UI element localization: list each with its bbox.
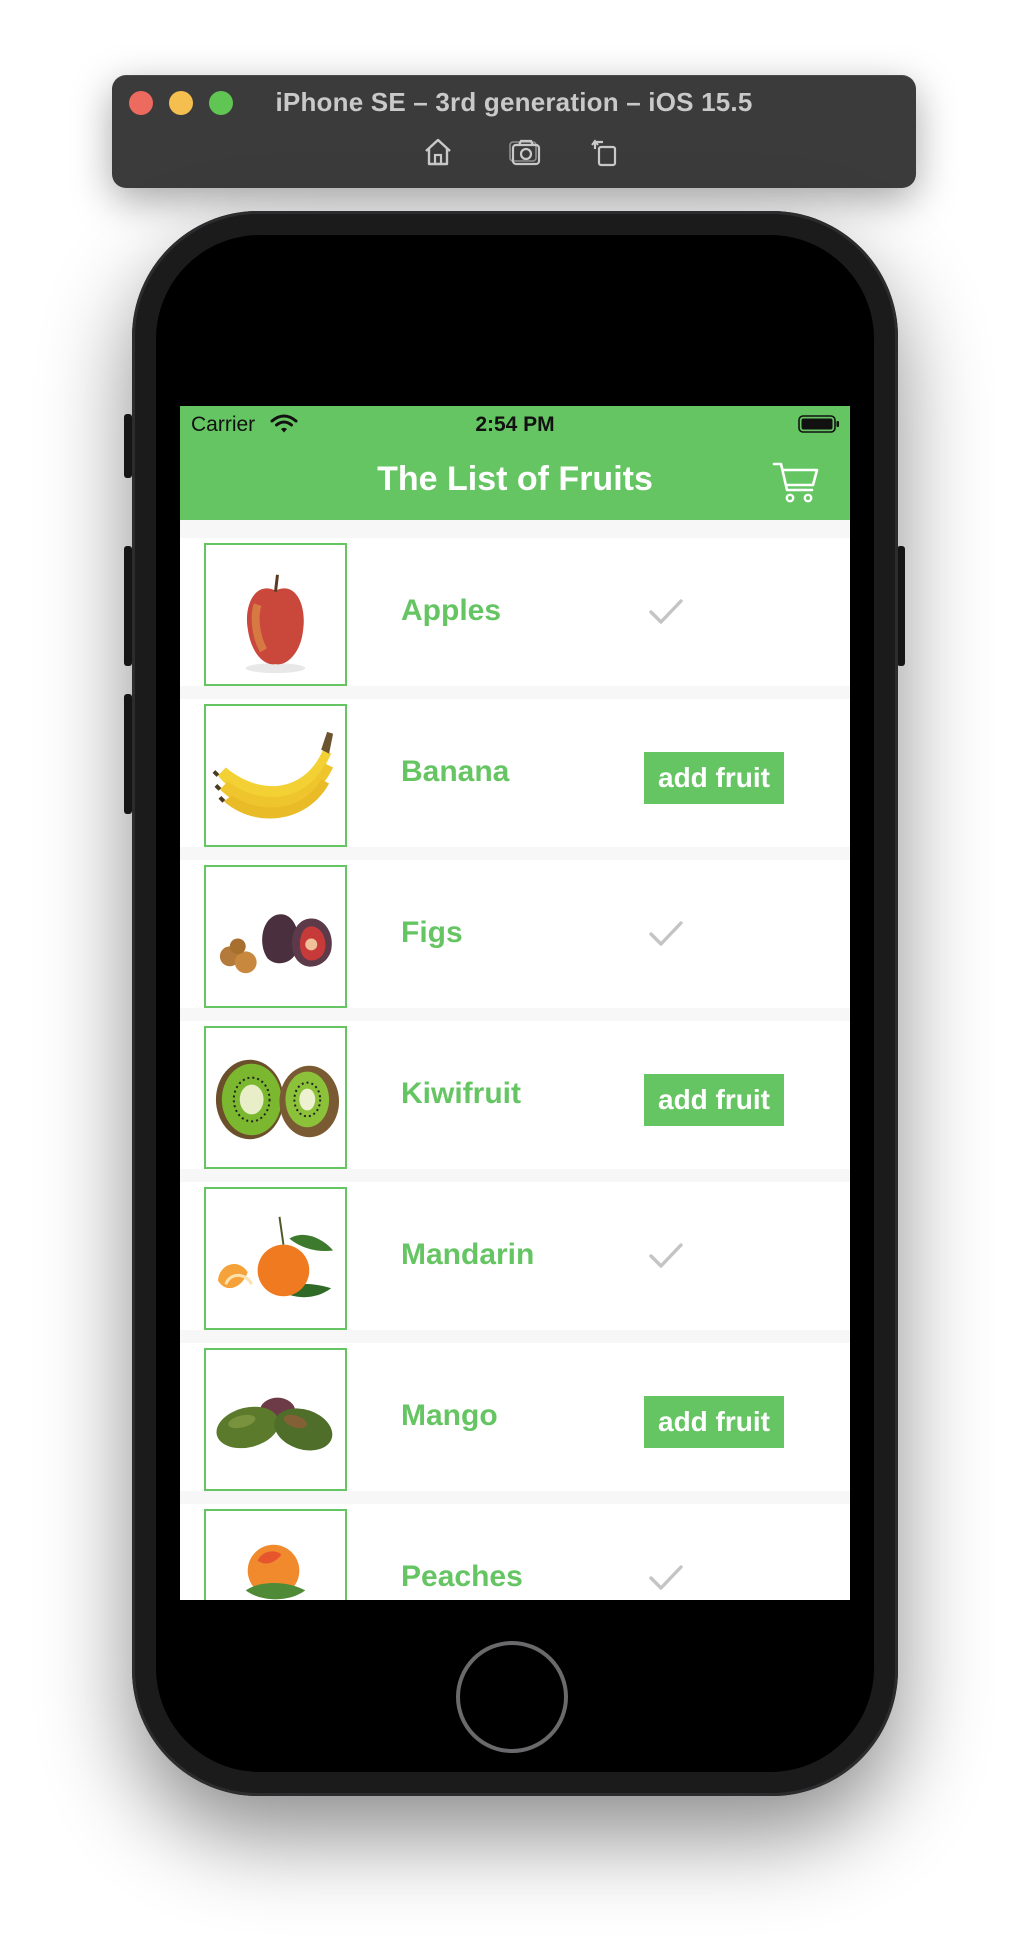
peach-image: [204, 1509, 347, 1600]
fruit-row-figs[interactable]: Figs: [180, 860, 850, 1008]
navigation-bar: The List of Fruits: [180, 442, 850, 520]
status-bar: Carrier 2:54 PM: [180, 406, 850, 442]
fruit-name: Mandarin: [401, 1238, 535, 1271]
add-fruit-button[interactable]: add fruit: [644, 752, 784, 804]
fruit-row-mandarin[interactable]: Mandarin: [180, 1182, 850, 1330]
add-fruit-button[interactable]: add fruit: [644, 1396, 784, 1448]
fruit-row-mango[interactable]: Mango add fruit: [180, 1343, 850, 1491]
apple-image: [204, 543, 347, 686]
fruit-list: Apples Banana add fruit Figs Kiwifruit a…: [180, 538, 850, 1600]
status-time: 2:54 PM: [475, 413, 555, 436]
home-icon[interactable]: [421, 135, 455, 169]
checkmark-icon: [649, 1243, 683, 1268]
add-fruit-button[interactable]: add fruit: [644, 1074, 784, 1126]
simulator-toolbar: [112, 135, 916, 169]
checkmark-icon: [649, 599, 683, 624]
power-button: [897, 546, 905, 666]
mute-switch: [124, 414, 132, 478]
fruit-row-kiwifruit[interactable]: Kiwifruit add fruit: [180, 1021, 850, 1169]
screenshot-icon[interactable]: [508, 135, 542, 169]
fruit-name: Figs: [401, 916, 463, 949]
banana-image: [204, 704, 347, 847]
fruit-name: Peaches: [401, 1560, 523, 1593]
fruit-row-peaches[interactable]: Peaches: [180, 1504, 850, 1600]
fruit-name: Apples: [401, 594, 502, 627]
battery-icon: [798, 415, 839, 433]
mango-image: [204, 1348, 347, 1491]
fruit-row-apples[interactable]: Apples: [180, 538, 850, 686]
fruit-row-banana[interactable]: Banana add fruit: [180, 699, 850, 847]
kiwi-image: [204, 1026, 347, 1169]
fruit-name: Mango: [401, 1399, 498, 1432]
volume-up-button: [124, 546, 132, 666]
volume-down-button: [124, 694, 132, 814]
app-screen: Carrier 2:54 PM The List of Fruits Apple…: [180, 406, 850, 1600]
simulator-title: iPhone SE – 3rd generation – iOS 15.5: [275, 87, 753, 117]
rotate-icon[interactable]: [589, 135, 623, 169]
figs-image: [204, 865, 347, 1008]
home-button[interactable]: [456, 1641, 568, 1753]
mandarin-image: [204, 1187, 347, 1330]
simulator-titlebar: iPhone SE – 3rd generation – iOS 15.5: [112, 75, 916, 188]
page-title: The List of Fruits: [377, 460, 653, 498]
cart-icon[interactable]: [772, 458, 820, 506]
checkmark-icon: [649, 1565, 683, 1590]
fruit-name: Kiwifruit: [401, 1077, 521, 1110]
checkmark-icon: [649, 921, 683, 946]
fruit-name: Banana: [401, 755, 510, 788]
simulator-stage: iPhone SE – 3rd generation – iOS 15.5 Ca…: [0, 0, 1028, 1946]
